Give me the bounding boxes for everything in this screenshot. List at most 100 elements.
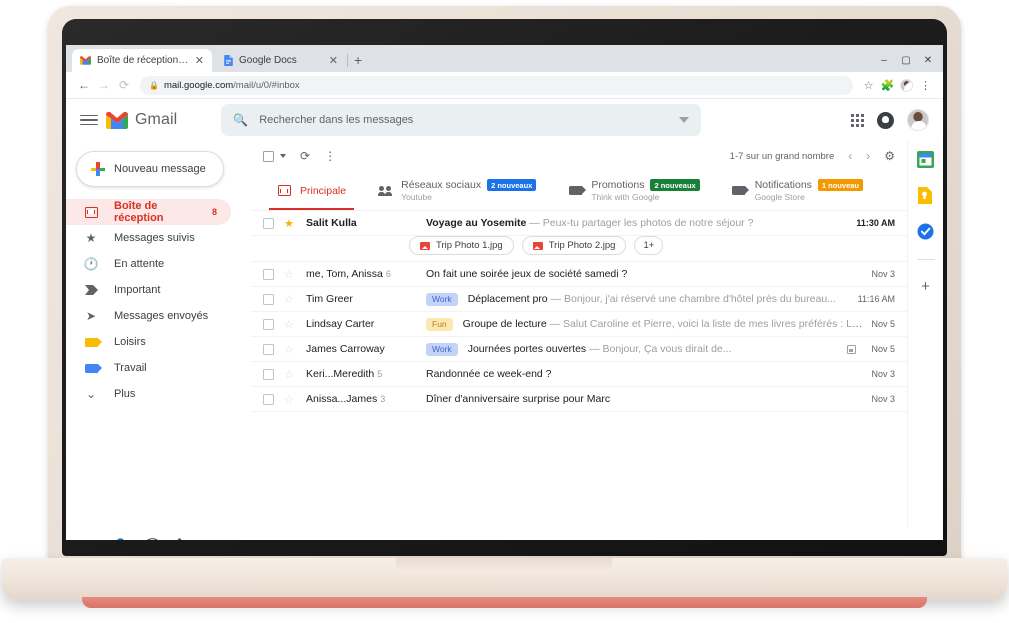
sidebar-item-snoozed[interactable]: 🕐 En attente <box>66 251 231 277</box>
sidebar-item-more[interactable]: ⌄ Plus <box>66 381 231 407</box>
extensions-icon[interactable]: 🧩 <box>878 79 897 92</box>
browser-tab-gmail[interactable]: Boîte de réception (8) ✕ <box>72 49 212 72</box>
row-checkbox[interactable] <box>263 218 274 229</box>
google-tasks-icon[interactable] <box>917 223 934 240</box>
row-checkbox[interactable] <box>263 394 274 405</box>
email-date: Nov 5 <box>871 319 895 329</box>
tab-promotions[interactable]: Promotions 2 nouveaux Think with Google <box>552 171 715 210</box>
search-input[interactable]: Rechercher dans les messages <box>259 114 679 126</box>
more-vertical-icon[interactable]: ⋮ <box>324 149 336 163</box>
star-icon[interactable]: ☆ <box>281 293 297 306</box>
email-label-chip[interactable]: Work <box>426 343 458 356</box>
table-row[interactable]: ☆James CarrowayWorkJournées portes ouver… <box>251 337 907 362</box>
sidebar-item-travail[interactable]: Travail <box>66 355 231 381</box>
sidebar-item-inbox[interactable]: Boîte de réception 8 <box>66 199 231 225</box>
gmail-logo[interactable]: Gmail <box>106 111 177 129</box>
tab-notifications[interactable]: Notifications 1 nouveau Google Store <box>716 171 879 210</box>
add-panel-app-button[interactable]: + <box>921 279 930 294</box>
account-avatar[interactable] <box>907 109 929 131</box>
settings-gear-icon[interactable]: ⚙ <box>884 149 895 163</box>
row-checkbox[interactable] <box>263 319 274 330</box>
google-calendar-icon[interactable] <box>917 151 934 168</box>
back-icon[interactable]: ← <box>74 78 94 92</box>
table-row[interactable]: ★Salit KullaVoyage au Yosemite — Peux-tu… <box>251 211 907 236</box>
select-all-checkbox[interactable] <box>263 151 274 162</box>
chat-bubble-icon[interactable]: 💬 <box>145 538 160 540</box>
new-tab-button[interactable]: + <box>354 53 362 67</box>
tab-label: Principale <box>300 185 346 197</box>
sidebar-item-starred[interactable]: ★ Messages suivis <box>66 225 231 251</box>
contacts-person-icon[interactable]: 👤 <box>113 538 128 540</box>
search-bar[interactable]: 🔍 Rechercher dans les messages <box>221 104 701 136</box>
tab-principale[interactable]: Principale <box>261 171 362 210</box>
sidebar-item-sent[interactable]: ➤ Messages envoyés <box>66 303 231 329</box>
label-tag-icon <box>84 338 98 347</box>
row-checkbox[interactable] <box>263 269 274 280</box>
attachment-chip[interactable]: Trip Photo 1.jpg <box>409 236 514 255</box>
phone-handset-icon[interactable]: 📞 <box>177 538 192 540</box>
row-checkbox[interactable] <box>263 344 274 355</box>
tab-label: Notifications <box>755 179 812 191</box>
select-dropdown-icon[interactable] <box>280 154 286 158</box>
chrome-profile-icon[interactable] <box>897 79 916 92</box>
compose-button[interactable]: Nouveau message <box>76 151 224 187</box>
maximize-button[interactable]: ▢ <box>895 51 917 69</box>
attachment-chip[interactable]: Trip Photo 2.jpg <box>522 236 627 255</box>
email-date: Nov 5 <box>871 344 895 354</box>
browser-tab-title: Boîte de réception (8) <box>97 55 191 66</box>
row-checkbox[interactable] <box>263 294 274 305</box>
bookmark-star-icon[interactable]: ☆ <box>859 79 878 92</box>
sidebar-item-important[interactable]: Important <box>66 277 231 303</box>
email-label-chip[interactable]: Fun <box>426 318 453 331</box>
inbox-icon <box>84 207 98 218</box>
minimize-button[interactable]: – <box>873 51 895 69</box>
search-icon: 🔍 <box>233 113 248 127</box>
table-row[interactable]: ☆Keri...Meredith5Randonnée ce week-end ?… <box>251 362 907 387</box>
reload-icon[interactable]: ⟳ <box>114 78 134 92</box>
tab-close-icon[interactable]: ✕ <box>329 54 338 67</box>
tab-reseaux-sociaux[interactable]: Réseaux sociaux 2 nouveaux Youtube <box>362 171 552 210</box>
attachment-row: Trip Photo 1.jpg Trip Photo 2.jpg 1+ <box>251 236 907 262</box>
table-row[interactable]: ☆Lindsay CarterFunGroupe de lecture — Sa… <box>251 312 907 337</box>
notifications-bell-icon[interactable] <box>877 112 894 129</box>
window-controls: – ▢ ✕ <box>873 51 939 69</box>
star-icon: ★ <box>84 231 98 245</box>
star-icon[interactable]: ☆ <box>281 393 297 406</box>
image-file-icon <box>420 242 430 250</box>
star-icon[interactable]: ☆ <box>281 268 297 281</box>
attachment-more-chip[interactable]: 1+ <box>634 236 663 255</box>
google-keep-icon[interactable] <box>917 187 934 204</box>
table-row[interactable]: ☆me, Tom, Anissa6On fait une soirée jeux… <box>251 262 907 287</box>
search-filter-icon[interactable] <box>679 117 689 123</box>
snooze-clock-icon: 🕐 <box>84 257 98 271</box>
tab-close-icon[interactable]: ✕ <box>195 54 204 67</box>
gmail-body: Nouveau message Boîte de réception 8 ★ M… <box>66 141 943 528</box>
chrome-menu-icon[interactable]: ⋮ <box>916 79 935 92</box>
sender-name: Tim Greer <box>306 293 426 305</box>
table-row[interactable]: ☆Tim GreerWorkDéplacement pro — Bonjour,… <box>251 287 907 312</box>
browser-tab-docs[interactable]: Google Docs ✕ <box>216 49 346 72</box>
star-icon[interactable]: ☆ <box>281 343 297 356</box>
prev-page-icon[interactable]: ‹ <box>848 149 852 163</box>
close-button[interactable]: ✕ <box>917 51 939 69</box>
table-row[interactable]: ☆Anissa...James3Dîner d'anniversaire sur… <box>251 387 907 412</box>
apps-grid-icon[interactable] <box>851 114 864 127</box>
row-checkbox[interactable] <box>263 369 274 380</box>
star-icon[interactable]: ☆ <box>281 368 297 381</box>
email-date: Nov 3 <box>871 269 895 279</box>
panel-divider <box>917 259 935 260</box>
sidebar-item-loisirs[interactable]: Loisirs <box>66 329 231 355</box>
gmail-wordmark: Gmail <box>135 111 177 129</box>
email-label-chip[interactable]: Work <box>426 293 458 306</box>
address-bar[interactable]: 🔒 mail.google.com/mail/u/0/#inbox <box>140 76 853 95</box>
forward-icon[interactable]: → <box>94 78 114 92</box>
star-icon[interactable]: ★ <box>281 217 297 230</box>
sidebar-footer: 👤 💬 📞 <box>66 528 943 540</box>
email-date: 11:16 AM <box>858 294 895 304</box>
star-icon[interactable]: ☆ <box>281 318 297 331</box>
refresh-icon[interactable]: ⟳ <box>300 149 310 163</box>
laptop-notch <box>396 558 612 573</box>
next-page-icon[interactable]: › <box>866 149 870 163</box>
main-menu-icon[interactable] <box>76 107 102 133</box>
chevron-down-icon: ⌄ <box>84 387 98 401</box>
